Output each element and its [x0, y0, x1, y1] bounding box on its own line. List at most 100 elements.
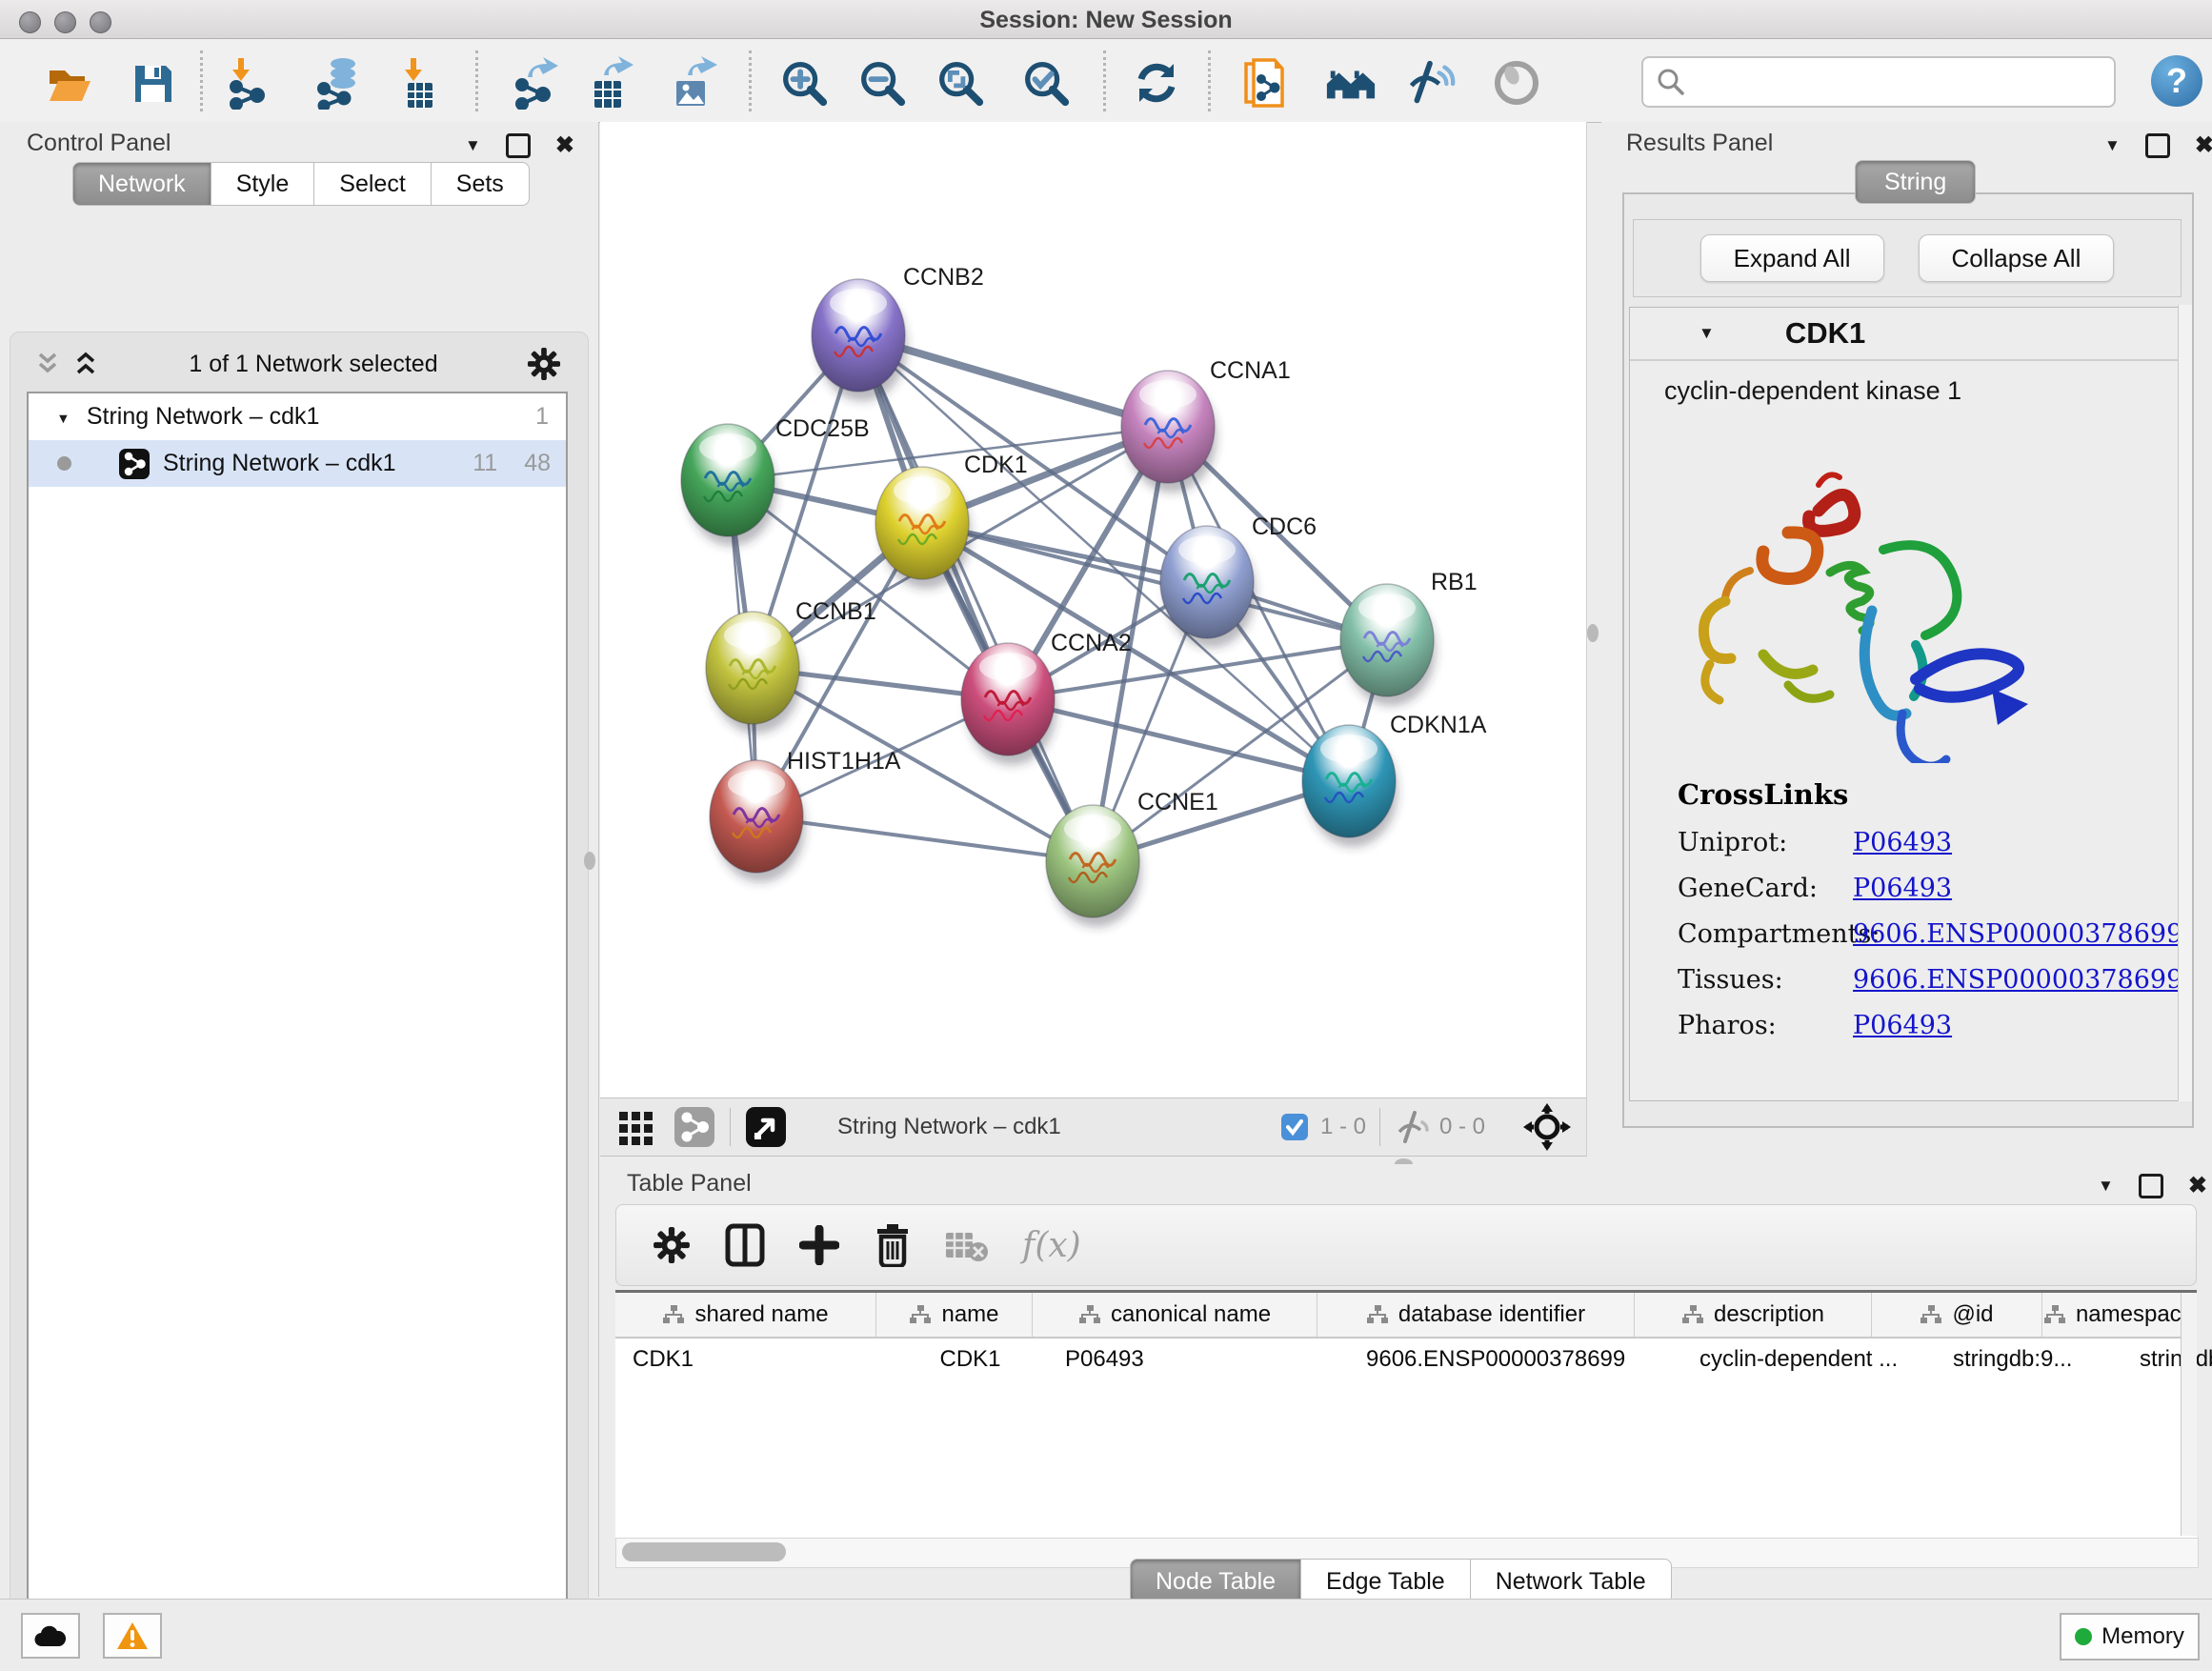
- expand-all-icon[interactable]: [71, 350, 100, 378]
- left-splitter-handle[interactable]: [584, 852, 595, 870]
- show-columns-icon[interactable]: [725, 1223, 765, 1267]
- panel-menu-icon[interactable]: [465, 136, 481, 155]
- network-node-CDC25B[interactable]: CDC25B: [681, 415, 870, 546]
- warnings-button[interactable]: [103, 1613, 162, 1659]
- zoom-in-button[interactable]: [777, 56, 831, 110]
- table-row[interactable]: CDK1CDK1P064939606.ENSP00000378699cyclin…: [615, 1339, 2197, 1380]
- panel-float-icon[interactable]: [506, 133, 531, 158]
- tab-node-table[interactable]: Node Table: [1130, 1559, 1301, 1604]
- network-node-CDC6[interactable]: CDC6: [1160, 513, 1317, 648]
- section-expander-icon[interactable]: [1699, 324, 1715, 343]
- node-label: CDKN1A: [1390, 712, 1487, 738]
- memory-button[interactable]: Memory: [2060, 1613, 2200, 1661]
- column-header-id[interactable]: @id: [1872, 1293, 2042, 1337]
- network-collection-row[interactable]: String Network – cdk1 1: [29, 393, 566, 440]
- network-node-CCNE1[interactable]: CCNE1: [1046, 789, 1218, 927]
- node-label: CCNB1: [795, 598, 876, 625]
- column-header-name[interactable]: name: [876, 1293, 1033, 1337]
- network-edge-CCNB2-CCNE1[interactable]: [858, 335, 1093, 861]
- column-header-description[interactable]: description: [1635, 1293, 1872, 1337]
- help-button[interactable]: ?: [2151, 55, 2202, 107]
- right-splitter-handle[interactable]: [1587, 624, 1599, 642]
- crosslink-link[interactable]: 9606.ENSP00000378699: [1853, 919, 2182, 949]
- gear-icon[interactable]: [527, 347, 561, 381]
- network-edge-HIST1H1A-CCNE1[interactable]: [756, 816, 1093, 861]
- zoom-out-button[interactable]: [855, 56, 909, 110]
- expand-all-button[interactable]: Expand All: [1700, 234, 1884, 282]
- import-network-button[interactable]: [221, 56, 274, 110]
- network-node-CDKN1A[interactable]: CDKN1A: [1302, 712, 1487, 847]
- table-panel-title: Table Panel: [627, 1170, 752, 1198]
- scrollbar-thumb[interactable]: [622, 1542, 786, 1561]
- network-edge-CDK1-RB1[interactable]: [922, 523, 1387, 640]
- column-header-shared-name[interactable]: shared name: [615, 1293, 876, 1337]
- homes-button[interactable]: [1324, 56, 1377, 110]
- table-type-tabs: Node TableEdge TableNetwork Table: [1130, 1559, 1672, 1604]
- panel-close-icon[interactable]: [555, 131, 574, 159]
- tab-network-table[interactable]: Network Table: [1471, 1559, 1672, 1604]
- export-image-button[interactable]: [665, 56, 718, 110]
- tab-string[interactable]: String: [1855, 160, 1976, 204]
- zoom-selected-button[interactable]: [1019, 56, 1073, 110]
- share-document-button[interactable]: [1238, 56, 1292, 110]
- results-scrollbar[interactable]: [2178, 305, 2192, 1101]
- selected-checkbox-icon[interactable]: [1280, 1113, 1309, 1141]
- show-panel-button[interactable]: [1490, 56, 1543, 110]
- table-settings-gear-icon[interactable]: [653, 1226, 691, 1264]
- export-network-button[interactable]: [509, 56, 562, 110]
- network-node-CCNA2[interactable]: CCNA2: [961, 630, 1132, 765]
- column-header-namespace[interactable]: namespace: [2042, 1293, 2196, 1337]
- network-row-selected[interactable]: String Network – cdk1 11 48: [29, 440, 566, 487]
- fit-content-icon[interactable]: [1523, 1103, 1571, 1151]
- zoom-selected-icon: [1019, 55, 1073, 111]
- hide-panels-button[interactable]: [1402, 56, 1456, 110]
- panel-close-icon[interactable]: [2188, 1172, 2207, 1199]
- hidden-eye-icon[interactable]: [1394, 1111, 1430, 1143]
- crosslink-link[interactable]: P06493: [1853, 874, 1952, 903]
- column-header-canonical-name[interactable]: canonical name: [1033, 1293, 1317, 1337]
- add-column-icon[interactable]: [799, 1225, 839, 1265]
- delete-column-icon[interactable]: [874, 1223, 912, 1267]
- tab-sets[interactable]: Sets: [432, 162, 530, 206]
- network-node-HIST1H1A[interactable]: HIST1H1A: [710, 748, 901, 882]
- crosslink-link[interactable]: P06493: [1853, 828, 1952, 857]
- save-session-button[interactable]: [126, 56, 179, 110]
- collapse-all-icon[interactable]: [33, 350, 62, 378]
- birdseye-view-icon[interactable]: [744, 1105, 788, 1149]
- panel-menu-icon[interactable]: [2104, 136, 2121, 155]
- tab-edge-table[interactable]: Edge Table: [1301, 1559, 1471, 1604]
- column-header-database-identifier[interactable]: database identifier: [1317, 1293, 1635, 1337]
- collapse-all-button[interactable]: Collapse All: [1919, 234, 2115, 282]
- crosslink-link[interactable]: P06493: [1853, 1011, 1952, 1040]
- refresh-button[interactable]: [1130, 56, 1183, 110]
- import-network-from-database-button[interactable]: [312, 56, 366, 110]
- tree-expander-icon[interactable]: [56, 405, 70, 429]
- table-vertical-scrollbar[interactable]: [2181, 1293, 2197, 1536]
- panel-float-icon[interactable]: [2139, 1174, 2163, 1198]
- status-bar: Memory: [0, 1599, 2212, 1671]
- tab-network[interactable]: Network: [72, 162, 211, 206]
- gene-section-header[interactable]: CDK1: [1630, 308, 2184, 361]
- zoom-fit-button[interactable]: [934, 56, 987, 110]
- open-session-button[interactable]: [42, 56, 95, 110]
- network-node-CCNB2[interactable]: CCNB2: [812, 264, 984, 401]
- grid-view-icon[interactable]: [615, 1106, 657, 1148]
- tab-style[interactable]: Style: [211, 162, 315, 206]
- node-label: CDC6: [1252, 513, 1317, 540]
- network-view-icon[interactable]: [673, 1105, 716, 1149]
- panel-float-icon[interactable]: [2145, 133, 2170, 158]
- hidden-count: 0 - 0: [1439, 1114, 1485, 1140]
- search-input[interactable]: [1695, 68, 2114, 96]
- network-node-CCNA1[interactable]: CCNA1: [1121, 357, 1291, 493]
- network-node-RB1[interactable]: RB1: [1340, 569, 1478, 706]
- crosslink-label: Pharos:: [1678, 1011, 1853, 1040]
- crosslink-link[interactable]: 9606.ENSP00000378699: [1853, 965, 2182, 995]
- panel-menu-icon[interactable]: [2098, 1177, 2114, 1196]
- tab-select[interactable]: Select: [314, 162, 431, 206]
- cloud-status-button[interactable]: [21, 1613, 80, 1659]
- import-table-button[interactable]: [392, 56, 446, 110]
- network-canvas[interactable]: CCNB2CCNA1CDC25BCDK1CDC6RB1CCNB1CCNA2CDK…: [600, 122, 1587, 1097]
- export-table-button[interactable]: [583, 56, 636, 110]
- panel-close-icon[interactable]: [2195, 131, 2212, 159]
- network-node-CCNB1[interactable]: CCNB1: [706, 598, 876, 734]
